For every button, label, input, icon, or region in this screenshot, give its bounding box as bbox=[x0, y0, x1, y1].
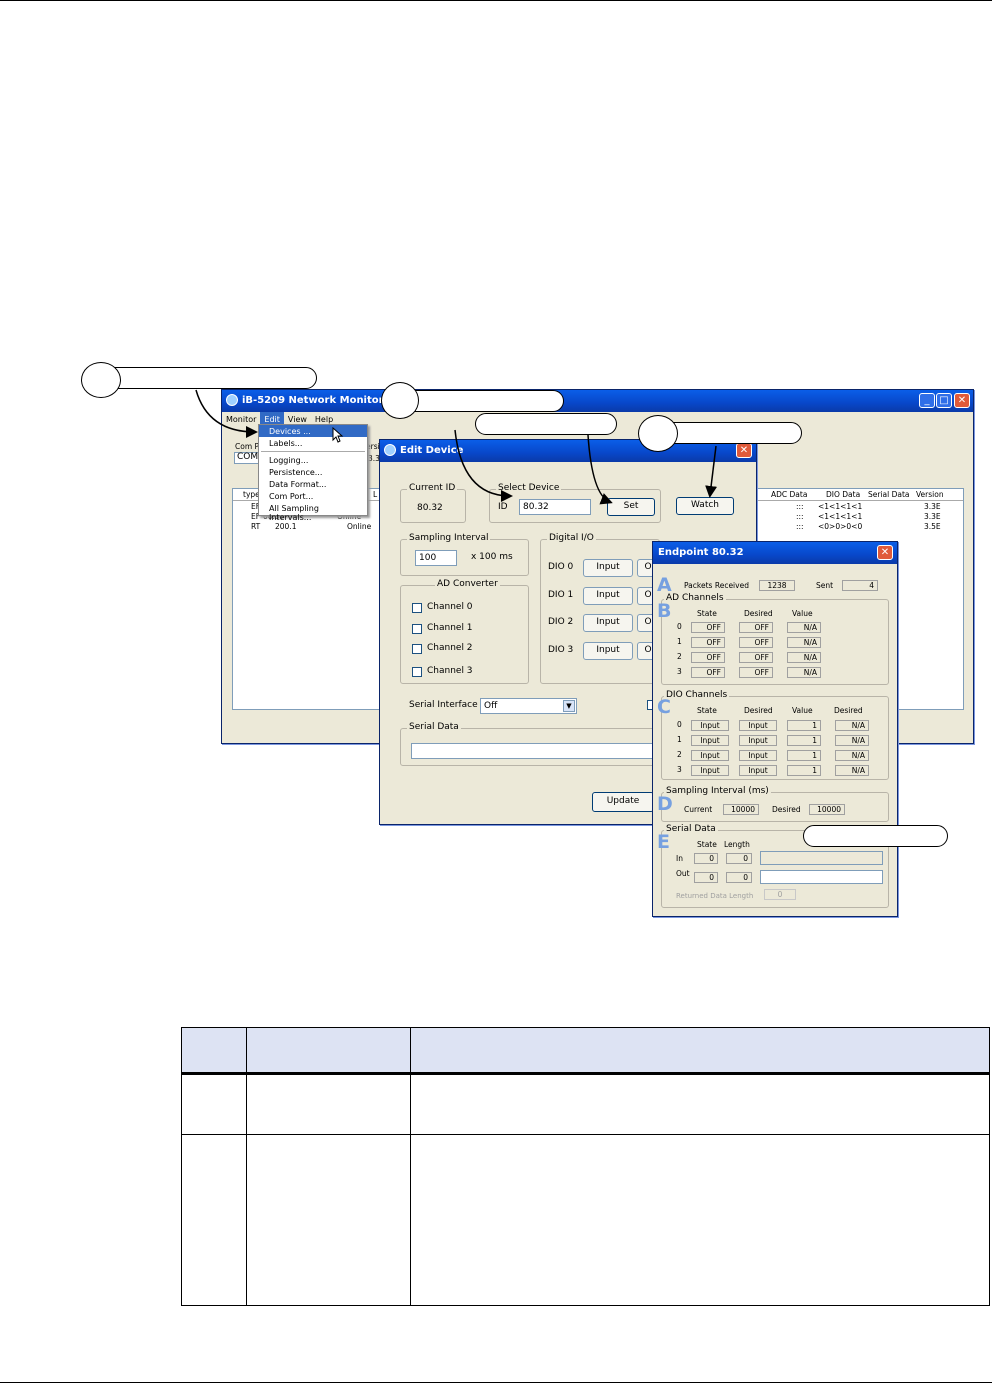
table-row bbox=[181, 1134, 990, 1306]
table-cell bbox=[181, 1134, 247, 1306]
table-header-row bbox=[181, 1027, 990, 1075]
table-header-cell bbox=[181, 1027, 247, 1075]
table-cell bbox=[410, 1134, 990, 1306]
table-cell bbox=[410, 1073, 990, 1135]
table-row bbox=[181, 1073, 990, 1135]
table-cell bbox=[246, 1073, 411, 1135]
table-header-cell bbox=[246, 1027, 411, 1075]
description-table bbox=[181, 1027, 990, 1306]
table-cell bbox=[181, 1073, 247, 1135]
callout-arrows bbox=[195, 389, 718, 505]
table-header-cell bbox=[410, 1027, 990, 1075]
table-cell bbox=[246, 1134, 411, 1306]
